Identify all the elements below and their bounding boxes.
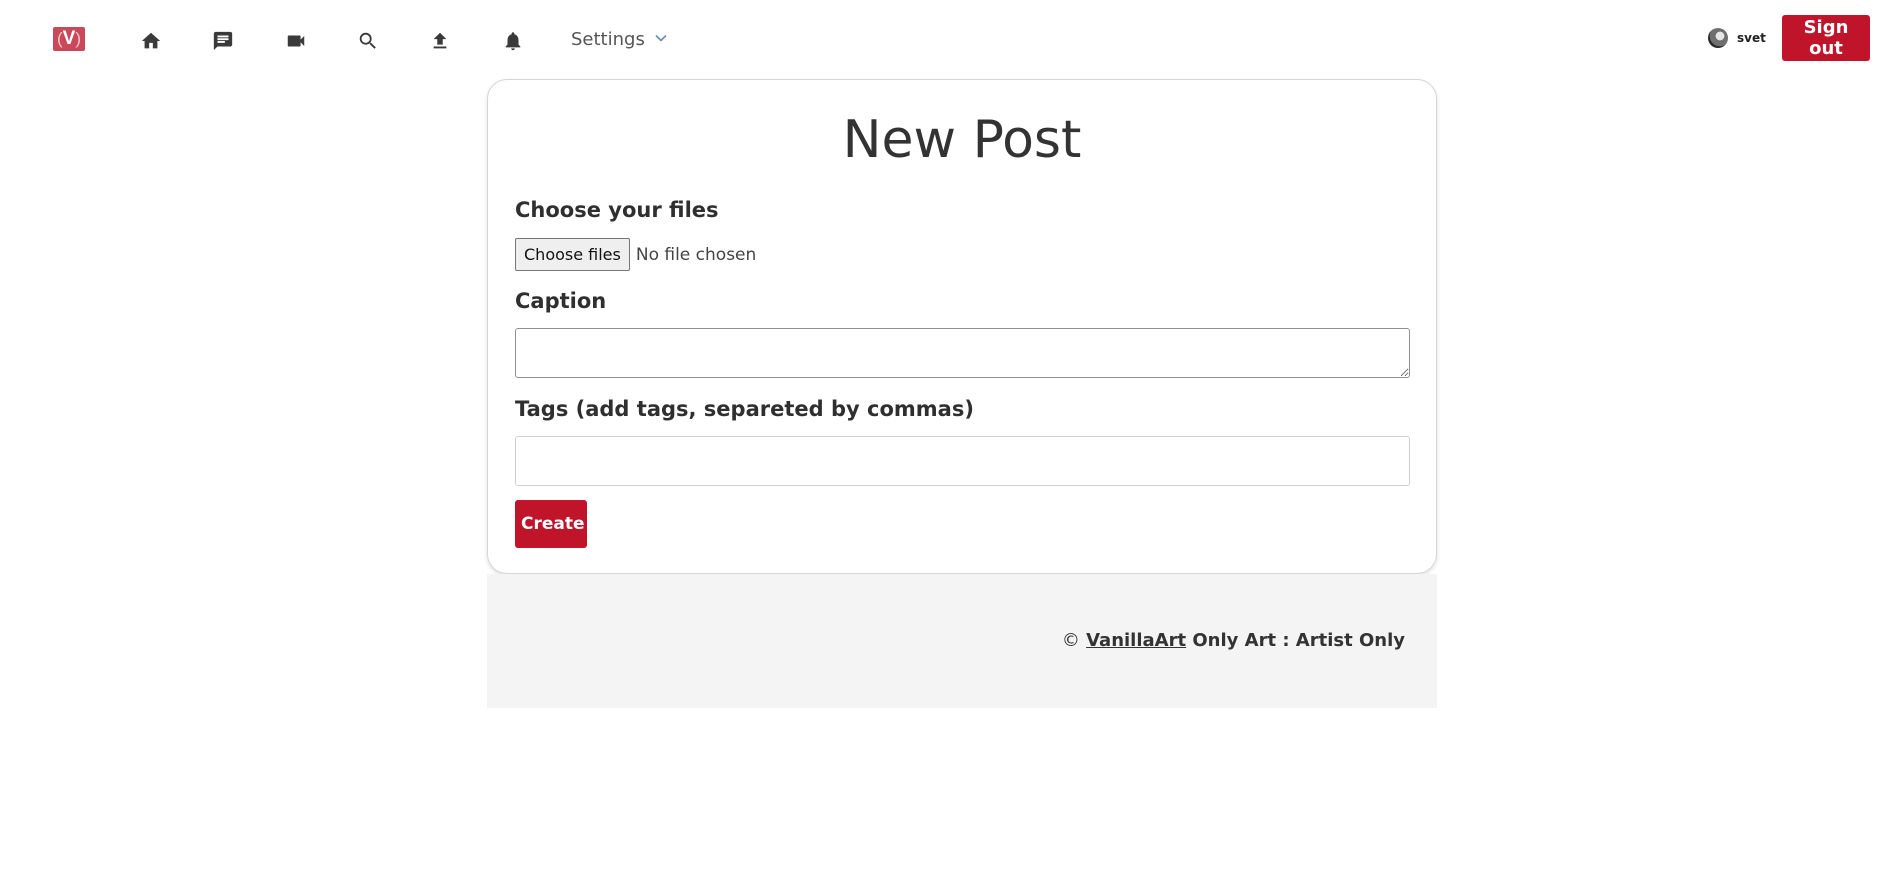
caption-label: Caption — [515, 289, 607, 313]
tags-input[interactable] — [515, 436, 1410, 486]
page-title: New Post — [842, 110, 1082, 170]
copyright-symbol: © — [1061, 630, 1080, 651]
bell-icon[interactable] — [501, 29, 525, 53]
top-navigation: (V) Settings svet Sign out — [0, 0, 1903, 78]
new-post-card: New Post Choose your files Choose files … — [487, 79, 1437, 574]
upload-icon[interactable] — [428, 29, 452, 53]
chevron-down-icon — [655, 34, 667, 44]
home-icon[interactable] — [139, 29, 163, 53]
search-icon[interactable] — [356, 29, 380, 53]
vanillaart-link[interactable]: VanillaArt — [1086, 630, 1186, 651]
username: svet — [1737, 31, 1766, 45]
footer-text: © VanillaArt Only Art : Artist Only — [1062, 630, 1405, 651]
sign-out-button[interactable]: Sign out — [1782, 15, 1870, 61]
vanillaart-logo[interactable]: (V) — [53, 27, 85, 51]
video-camera-icon[interactable] — [284, 29, 308, 53]
tags-label: Tags (add tags, separeted by commas) — [515, 397, 974, 421]
chat-icon[interactable] — [211, 29, 235, 53]
create-button[interactable]: Create — [515, 500, 587, 548]
user-profile[interactable]: svet — [1708, 28, 1766, 48]
file-status-text: No file chosen — [635, 244, 757, 265]
footer-tagline: Only Art : Artist Only — [1192, 630, 1405, 651]
file-picker: Choose files No file chosen — [515, 238, 756, 271]
avatar — [1708, 28, 1728, 48]
files-label: Choose your files — [515, 198, 719, 222]
caption-textarea[interactable] — [515, 328, 1410, 378]
settings-label: Settings — [571, 28, 645, 50]
choose-files-button[interactable]: Choose files — [515, 238, 630, 271]
settings-dropdown[interactable]: Settings — [571, 26, 667, 52]
logo-letter: V — [62, 28, 76, 49]
footer: © VanillaArt Only Art : Artist Only — [487, 574, 1437, 708]
